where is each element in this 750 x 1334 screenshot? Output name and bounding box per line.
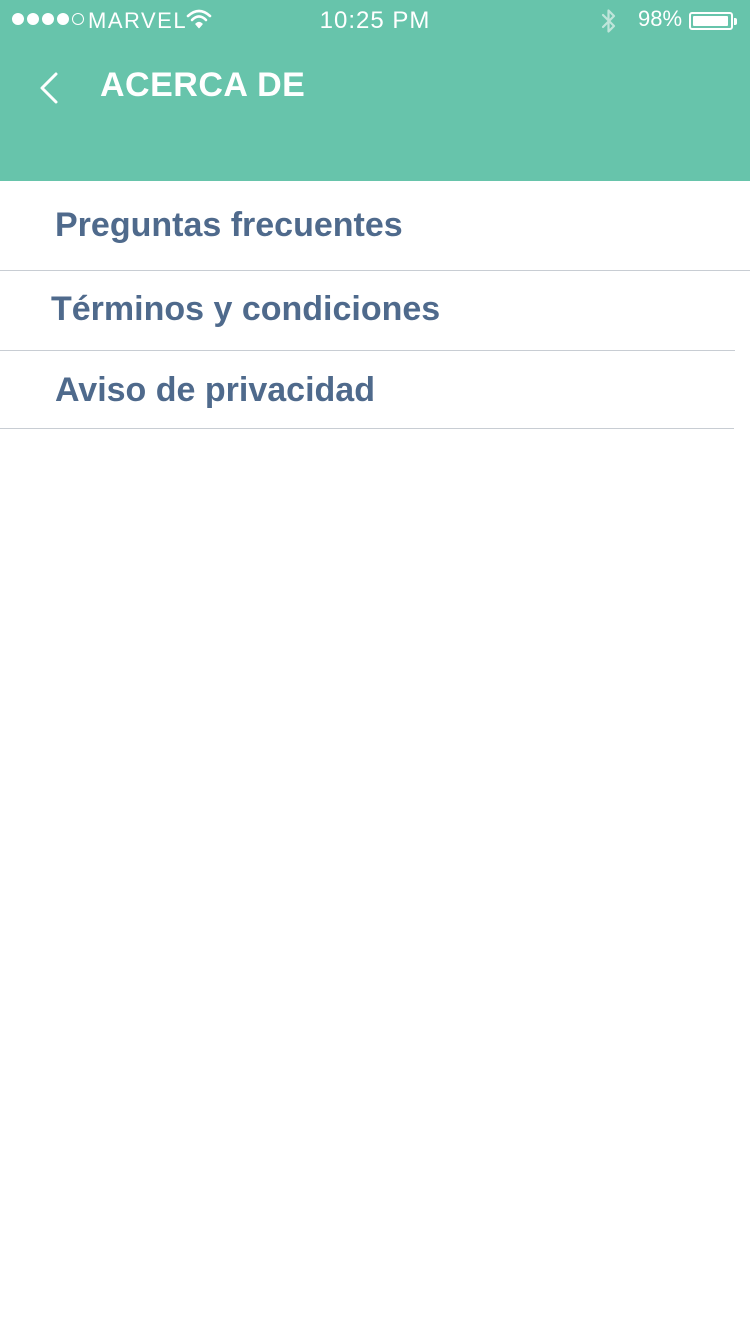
- page-title: ACERCA DE: [100, 66, 306, 104]
- battery-percentage: 98%: [638, 6, 683, 31]
- chevron-left-icon: [40, 72, 58, 104]
- menu-item-label: Términos y condiciones: [51, 290, 441, 328]
- battery-level: [693, 16, 728, 26]
- back-button[interactable]: [30, 66, 70, 110]
- menu-item-faq[interactable]: Preguntas frecuentes: [0, 181, 750, 271]
- menu-item-label: Preguntas frecuentes: [55, 206, 403, 244]
- bluetooth-icon: [600, 7, 618, 41]
- battery-icon: [689, 12, 737, 30]
- status-bar: MARVEL 10:25 PM 98%: [0, 0, 750, 40]
- about-menu-list: Preguntas frecuentes Términos y condicio…: [0, 181, 750, 429]
- menu-item-privacy[interactable]: Aviso de privacidad: [0, 351, 734, 429]
- menu-item-label: Aviso de privacidad: [55, 371, 375, 409]
- app-header: MARVEL 10:25 PM 98% ACERCA DE: [0, 0, 750, 181]
- menu-item-terms[interactable]: Términos y condiciones: [0, 271, 735, 351]
